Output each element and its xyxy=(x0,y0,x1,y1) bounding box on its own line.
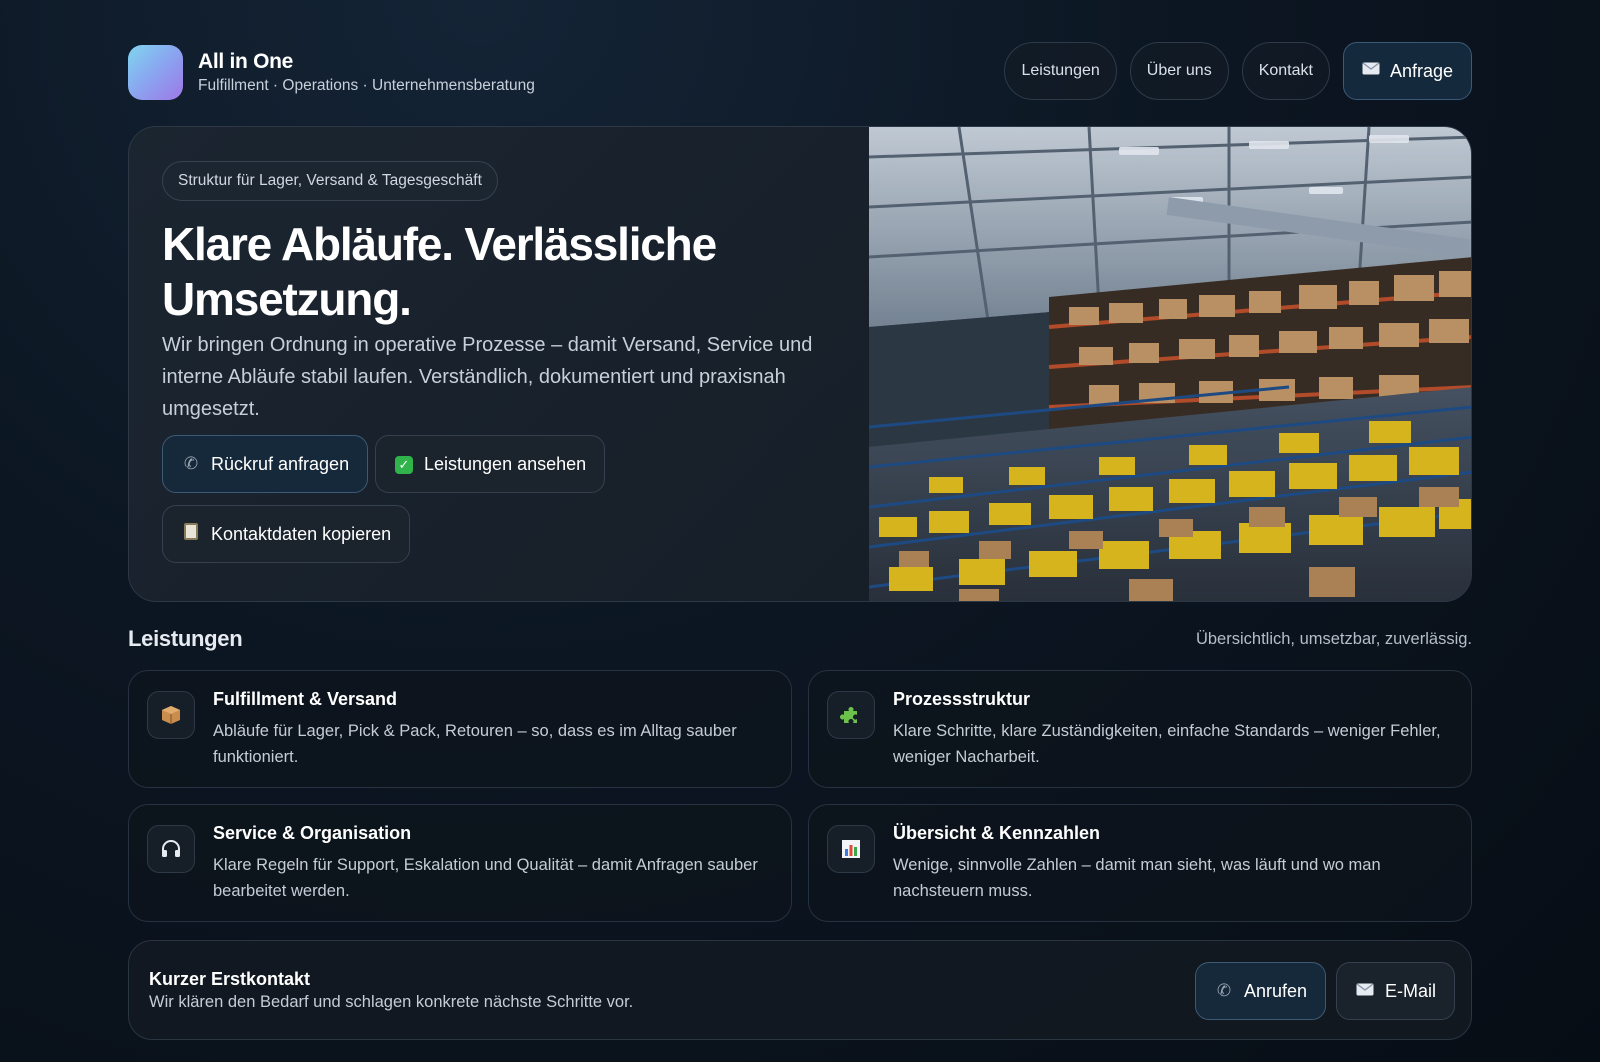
section-subtitle: Übersichtlich, umsetzbar, zuverlässig. xyxy=(1195,630,1472,648)
nav-ueber-uns[interactable]: Über uns xyxy=(1129,42,1229,100)
bar-chart-icon xyxy=(827,825,875,873)
kontaktdaten-kopieren-label: Kontaktdaten kopieren xyxy=(211,523,392,544)
email-label: E-Mail xyxy=(1385,980,1437,1001)
card-title: Prozessstruktur xyxy=(893,689,1031,709)
hero-content: Struktur für Lager, Versand & Tagesgesch… xyxy=(129,127,869,601)
puzzle-icon xyxy=(827,691,875,739)
card-title: Übersicht & Kennzahlen xyxy=(893,823,1101,843)
card-text: Klare Regeln für Support, Eskalation und… xyxy=(213,856,758,900)
anfrage-label: Anfrage xyxy=(1389,60,1453,81)
package-icon xyxy=(147,691,195,739)
leistungen-ansehen-label: Leistungen ansehen xyxy=(424,453,587,474)
service-card-prozessstruktur[interactable]: Prozessstruktur Klare Schritte, klare Zu… xyxy=(808,670,1472,788)
header: All in One Fulfillment · Operations · Un… xyxy=(128,42,1472,100)
main-nav: Leistungen Über uns Kontakt Anfrage xyxy=(1004,42,1472,100)
hero-text: Wir bringen Ordnung in operative Prozess… xyxy=(162,334,813,420)
card-text: Abläufe für Lager, Pick & Pack, Retouren… xyxy=(213,722,737,766)
check-icon: ✓ xyxy=(395,456,413,474)
logo[interactable] xyxy=(128,45,183,100)
nav-leistungen[interactable]: Leistungen xyxy=(1004,42,1117,100)
anfrage-button[interactable]: Anfrage xyxy=(1342,42,1472,100)
email-button[interactable]: E-Mail xyxy=(1336,962,1456,1020)
service-card-kennzahlen[interactable]: Übersicht & Kennzahlen Wenige, sinnvolle… xyxy=(808,804,1472,922)
rueckruf-button[interactable]: ✆ Rückruf anfragen xyxy=(162,435,369,493)
card-text: Klare Schritte, klare Zuständigkeiten, e… xyxy=(893,722,1441,766)
brand-tagline: Fulfillment · Operations · Unternehmensb… xyxy=(198,77,535,94)
leistungen-ansehen-button[interactable]: ✓ Leistungen ansehen xyxy=(375,435,606,493)
section-title-leistungen: Leistungen xyxy=(128,626,243,651)
phone-icon: ✆ xyxy=(1216,981,1232,1000)
headphones-icon xyxy=(147,825,195,873)
contact-bar: Kurzer Erstkontakt Wir klären den Bedarf… xyxy=(128,940,1472,1040)
card-text: Wenige, sinnvolle Zahlen – damit man sie… xyxy=(893,856,1381,900)
anrufen-label: Anrufen xyxy=(1244,980,1308,1001)
phone-icon: ✆ xyxy=(183,454,199,473)
brand-name[interactable]: All in One xyxy=(198,50,293,74)
nav-kontakt[interactable]: Kontakt xyxy=(1241,42,1330,100)
envelope-icon xyxy=(1362,62,1380,80)
contact-text: Wir klären den Bedarf und schlagen konkr… xyxy=(149,993,634,1011)
card-title: Fulfillment & Versand xyxy=(213,689,398,709)
hero-card: Struktur für Lager, Versand & Tagesgesch… xyxy=(128,126,1472,602)
card-title: Service & Organisation xyxy=(213,823,412,843)
warehouse-photo xyxy=(869,127,1471,601)
warehouse-illustration xyxy=(869,127,1471,601)
clipboard-icon xyxy=(184,523,198,540)
kontaktdaten-kopieren-button[interactable]: Kontaktdaten kopieren xyxy=(162,505,411,563)
rueckruf-label: Rückruf anfragen xyxy=(211,453,350,474)
contact-title: Kurzer Erstkontakt xyxy=(149,969,311,989)
envelope-icon xyxy=(1355,981,1375,1001)
service-card-fulfillment[interactable]: Fulfillment & Versand Abläufe für Lager,… xyxy=(128,670,792,788)
hero-title: Klare Abläufe. Verlässliche Umsetzung. xyxy=(162,218,717,325)
service-card-service-organisation[interactable]: Service & Organisation Klare Regeln für … xyxy=(128,804,792,922)
hero-pill: Struktur für Lager, Versand & Tagesgesch… xyxy=(162,161,498,201)
anrufen-button[interactable]: ✆ Anrufen xyxy=(1195,962,1327,1020)
